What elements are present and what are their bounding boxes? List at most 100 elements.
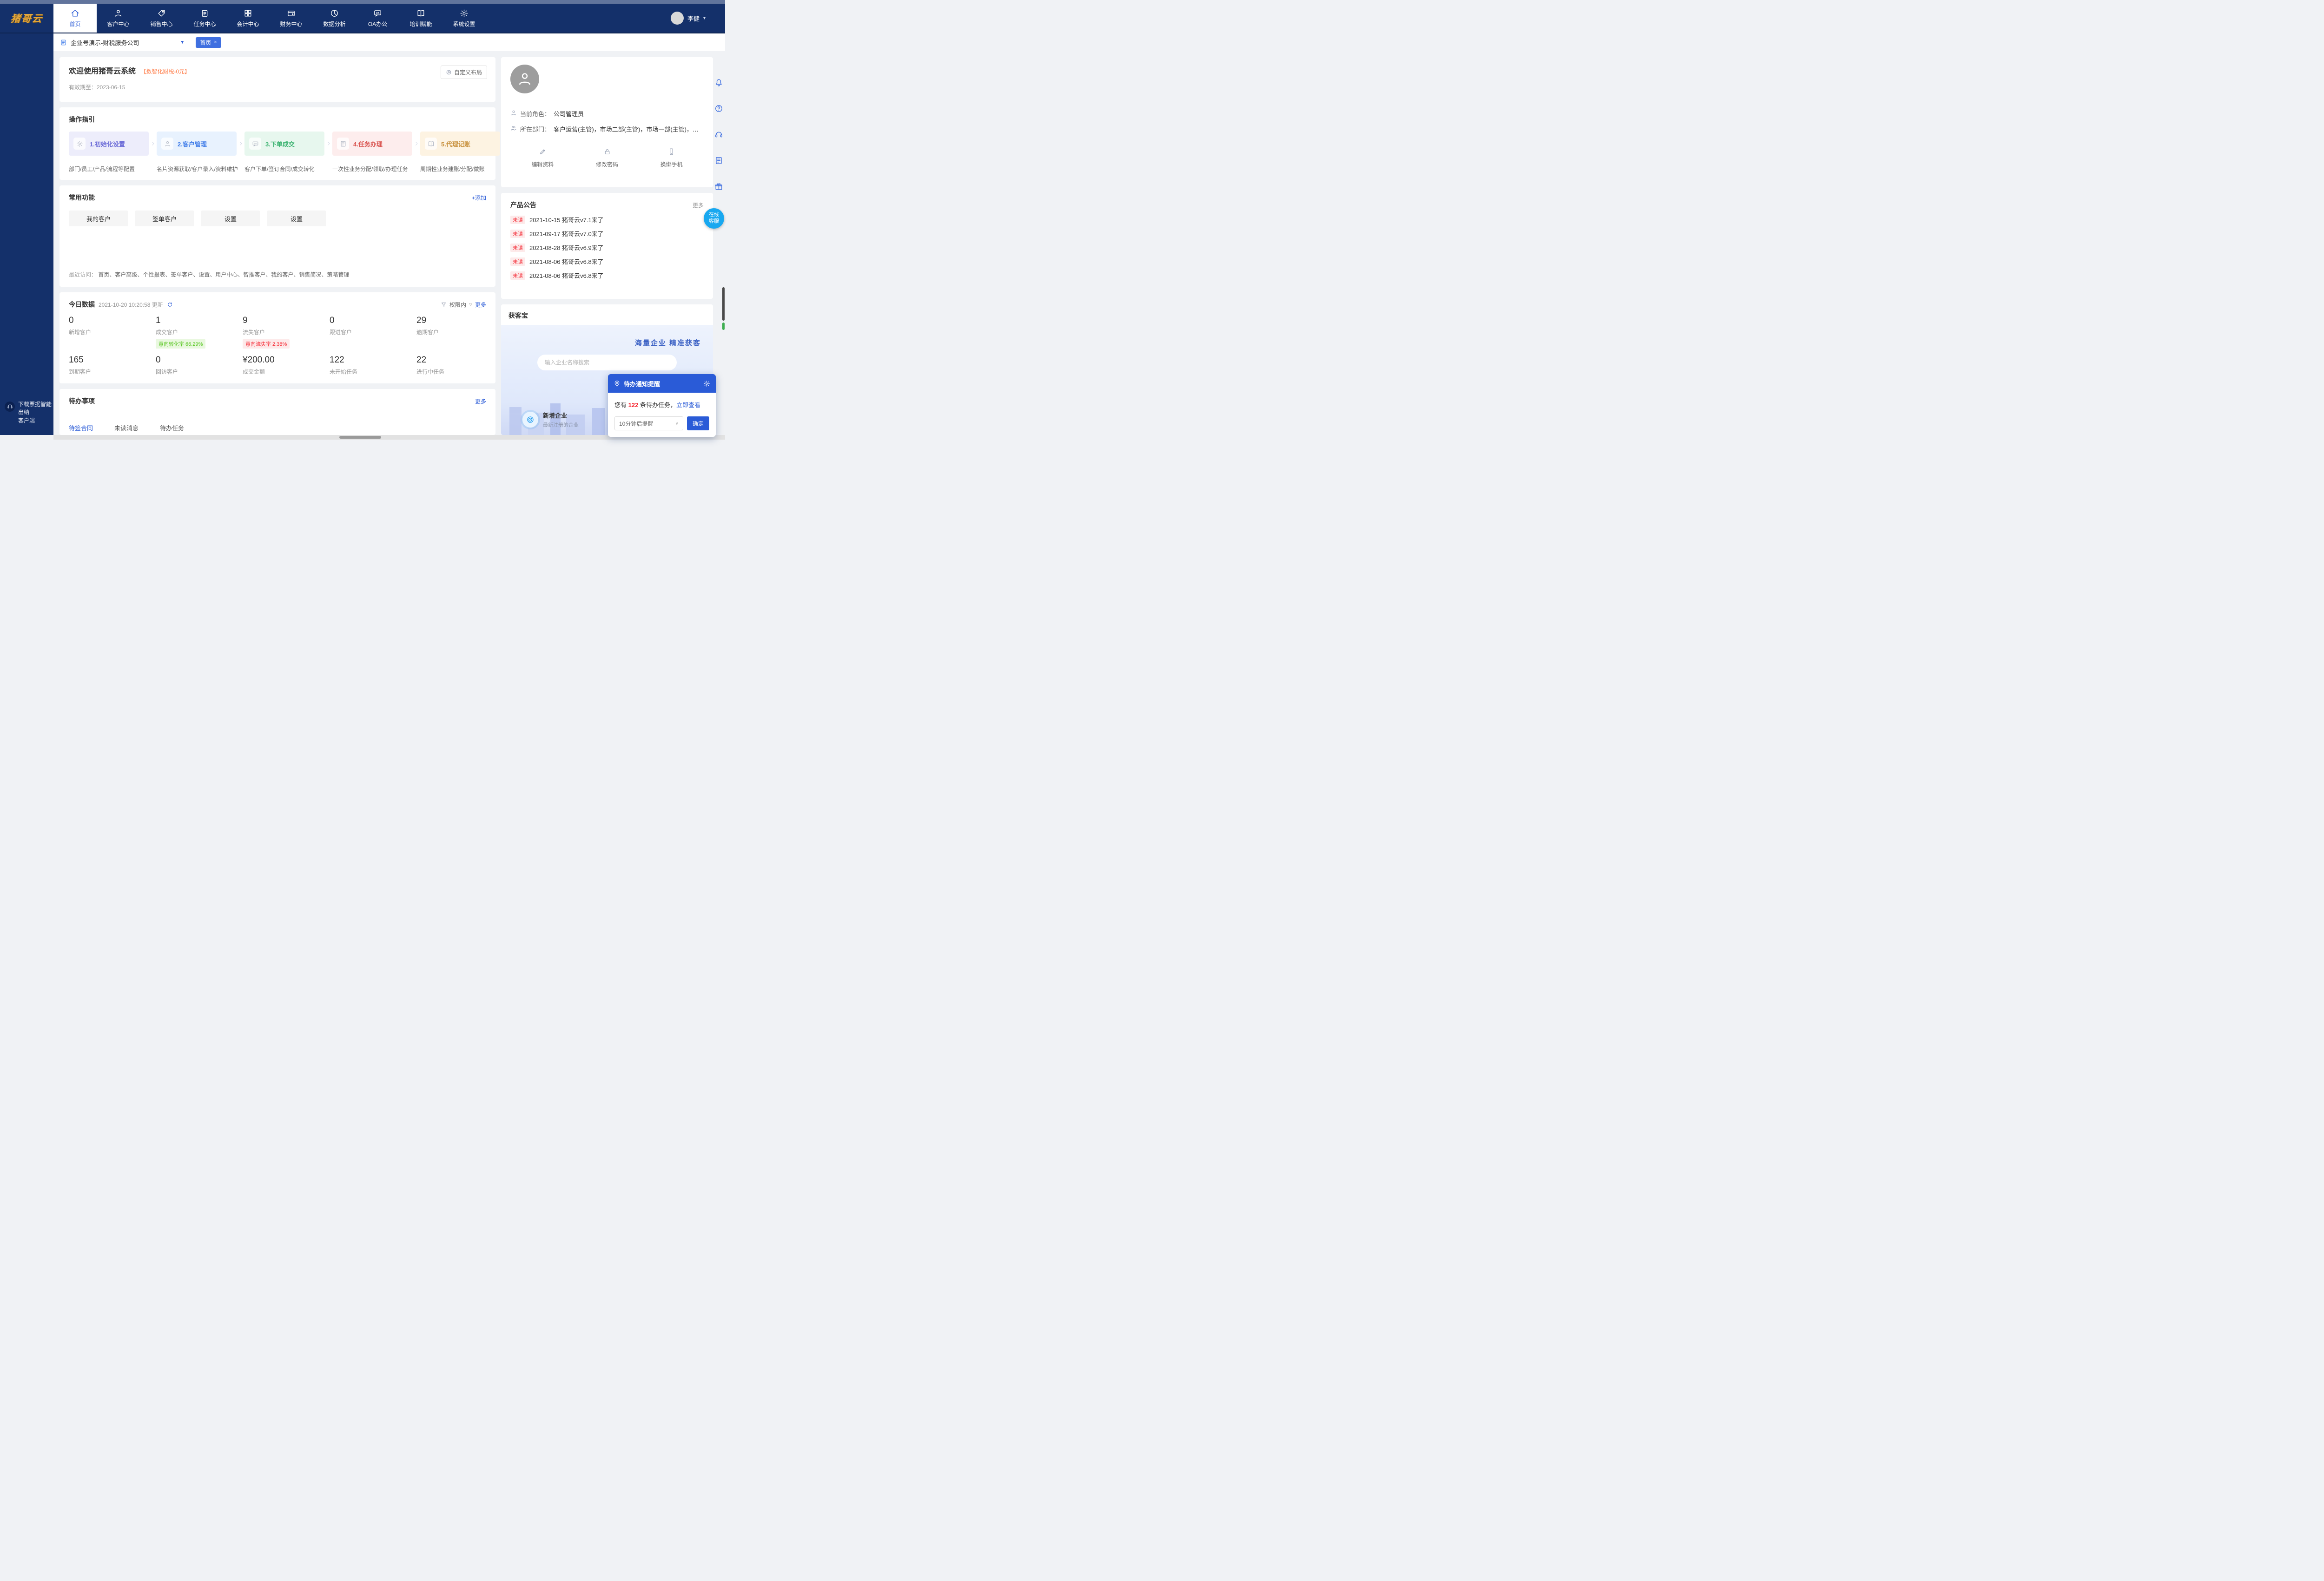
feature-name: 新增企业 <box>543 412 568 419</box>
home-icon <box>71 8 79 18</box>
nav-tab-首页[interactable]: 首页 <box>53 4 97 33</box>
role-value: 公司管理员 <box>554 111 584 118</box>
gear-icon[interactable] <box>703 380 710 387</box>
nav-tab-会计中心[interactable]: 会计中心 <box>226 4 270 33</box>
scope-selector[interactable]: 权限内 <box>449 301 466 309</box>
confirm-button[interactable]: 确定 <box>687 416 709 430</box>
stat-value: 29 <box>416 316 427 325</box>
close-tag-icon[interactable]: × <box>214 40 217 45</box>
quick-button-设置[interactable]: 设置 <box>201 211 260 226</box>
gift-icon[interactable] <box>714 182 723 191</box>
nav-tab-培训赋能[interactable]: 培训赋能 <box>399 4 442 33</box>
question-icon[interactable] <box>714 104 723 113</box>
view-now-link[interactable]: 立即查看 <box>676 402 700 408</box>
nav-tab-任务中心[interactable]: 任务中心 <box>183 4 226 33</box>
announcements-more-link[interactable]: 更多 <box>693 201 704 209</box>
todo-tabs: 待签合同 未读消息 待办任务 <box>69 423 486 435</box>
todo-tab-未读消息[interactable]: 未读消息 <box>114 423 139 435</box>
stat-value: 22 <box>416 355 427 365</box>
horizontal-scrollbar-thumb[interactable] <box>339 436 381 439</box>
circle-dot-icon <box>446 69 452 75</box>
quick-button-我的客户[interactable]: 我的客户 <box>69 211 128 226</box>
stat-成交金额[interactable]: ¥200.00 成交金额 <box>243 355 330 375</box>
add-quick-function-link[interactable]: +添加 <box>472 194 486 202</box>
nav-tab-客户中心[interactable]: 客户中心 <box>97 4 140 33</box>
announcement-item[interactable]: 未读 2021-08-28 猪哥云v6.9来了 <box>510 243 704 252</box>
recent-visits-list[interactable]: 首页、客户高级、个性报表、签单客户、设置、用户中心、智推客户、我的客户、销售简况… <box>98 271 349 278</box>
stat-成交客户[interactable]: 1 成交客户 意向转化率 66.29% <box>156 316 243 349</box>
unread-badge: 未读 <box>510 257 525 266</box>
stat-进行中任务[interactable]: 22 进行中任务 <box>416 355 503 375</box>
remind-later-select[interactable]: 10分钟后提醒 ∨ <box>614 416 683 430</box>
stat-label: 流失客户 <box>243 329 265 336</box>
scrollbar-thumb[interactable] <box>722 287 725 321</box>
stat-流失客户[interactable]: 9 流失客户 意向流失率 2.38% <box>243 316 330 349</box>
nav-tab-OA办公[interactable]: OA OA办公 <box>356 4 399 33</box>
step-label: 3.下单成交 <box>265 140 295 148</box>
company-dropdown-icon[interactable]: ▼ <box>180 40 185 45</box>
guide-title: 操作指引 <box>69 116 95 123</box>
profile-action-编辑资料[interactable]: 编辑资料 <box>510 148 575 168</box>
form-icon <box>337 138 349 150</box>
profile-action-换绑手机[interactable]: 换绑手机 <box>639 148 704 168</box>
announcement-item[interactable]: 未读 2021-10-15 猪哥云v7.1来了 <box>510 215 704 224</box>
online-service-label2: 客服 <box>709 218 719 224</box>
profile-action-修改密码[interactable]: 修改密码 <box>575 148 640 168</box>
company-search-input[interactable] <box>537 355 677 370</box>
user-menu[interactable]: 李健 ▾ <box>670 4 725 33</box>
user-name: 李健 <box>687 15 700 22</box>
guide-step-pill-2[interactable]: 2.客户管理 <box>157 132 237 156</box>
guide-step-pill-5[interactable]: 5.代理记账 <box>420 132 500 156</box>
announcements-card: 产品公告 更多 未读 2021-10-15 猪哥云v7.1来了 未读 2021-09-… <box>501 193 713 299</box>
todo-tab-待办任务[interactable]: 待办任务 <box>160 423 184 435</box>
stat-label: 成交金额 <box>243 369 265 375</box>
guide-step-pill-3[interactable]: OA 3.下单成交 <box>244 132 324 156</box>
user-icon <box>510 110 517 116</box>
todo-tab-待签合同[interactable]: 待签合同 <box>69 423 93 435</box>
step-desc: 名片资源获取/客户录入/资料维护 <box>157 166 238 172</box>
stat-到期客户[interactable]: 165 到期客户 <box>69 355 156 375</box>
headset-icon[interactable] <box>714 130 723 139</box>
online-service-button[interactable]: 在线 客服 <box>704 208 724 229</box>
announcements-title: 产品公告 <box>510 201 536 209</box>
todo-notification-panel: 待办通知提醒 您有 122 条待办任务，立即查看 10分钟后提醒 ∨ 确定 <box>608 374 716 437</box>
nav-tab-财务中心[interactable]: 财务中心 <box>270 4 313 33</box>
guide-step-pill-1[interactable]: 1.初始化设置 <box>69 132 149 156</box>
right-utility-rail <box>713 78 724 191</box>
refresh-icon[interactable] <box>167 302 173 308</box>
user-icon <box>114 8 123 18</box>
download-cashier-client[interactable]: 下载票据智能出纳 客户端 <box>5 401 53 425</box>
stat-跟进客户[interactable]: 0 跟进客户 <box>330 316 416 349</box>
app-logo[interactable]: 猪哥云 <box>0 4 55 33</box>
stat-逾期客户[interactable]: 29 逾期客户 <box>416 316 503 349</box>
form-icon[interactable] <box>714 156 723 165</box>
announcement-item[interactable]: 未读 2021-08-06 猪哥云v6.8来了 <box>510 271 704 280</box>
announcement-item[interactable]: 未读 2021-09-17 猪哥云v7.0来了 <box>510 229 704 238</box>
stat-未开始任务[interactable]: 122 未开始任务 <box>330 355 416 375</box>
scope-caret-icon: ▽ <box>469 302 472 307</box>
nav-tab-销售中心[interactable]: 销售中心 <box>140 4 183 33</box>
stat-value: 0 <box>330 316 335 325</box>
customize-layout-button[interactable]: 自定义布局 <box>440 66 487 79</box>
open-page-tag[interactable]: 首页 × <box>196 37 221 48</box>
quick-button-签单客户[interactable]: 签单客户 <box>135 211 194 226</box>
todo-more-link[interactable]: 更多 <box>475 397 486 405</box>
stat-回访客户[interactable]: 0 回访客户 <box>156 355 243 375</box>
stat-value: 0 <box>156 355 161 365</box>
stat-新增客户[interactable]: 0 新增客户 <box>69 316 156 349</box>
guide-step-pill-4[interactable]: 4.任务办理 <box>332 132 412 156</box>
gear-icon <box>73 138 86 150</box>
today-data-card: 今日数据 2021-10-20 10:20:58 更新 权限内 ▽ 更多 0 新增… <box>59 292 495 383</box>
quick-button-设置[interactable]: 设置 <box>267 211 326 226</box>
bell-icon[interactable] <box>714 78 723 87</box>
announcement-item[interactable]: 未读 2021-08-06 猪哥云v6.8来了 <box>510 257 704 266</box>
profile-action-label: 修改密码 <box>596 161 619 168</box>
today-more-link[interactable]: 更多 <box>475 301 486 309</box>
online-service-label: 在线 <box>709 212 719 218</box>
nav-tab-数据分析[interactable]: 数据分析 <box>313 4 356 33</box>
nav-tab-系统设置[interactable]: 系统设置 <box>442 4 486 33</box>
chevron-down-icon: ▾ <box>703 15 706 21</box>
new-company-feature[interactable]: 新增企业 最新注册的企业 <box>522 411 579 428</box>
step-arrow-icon <box>412 132 420 156</box>
company-selector[interactable]: 企业号演示-财税服务公司 <box>71 38 139 47</box>
